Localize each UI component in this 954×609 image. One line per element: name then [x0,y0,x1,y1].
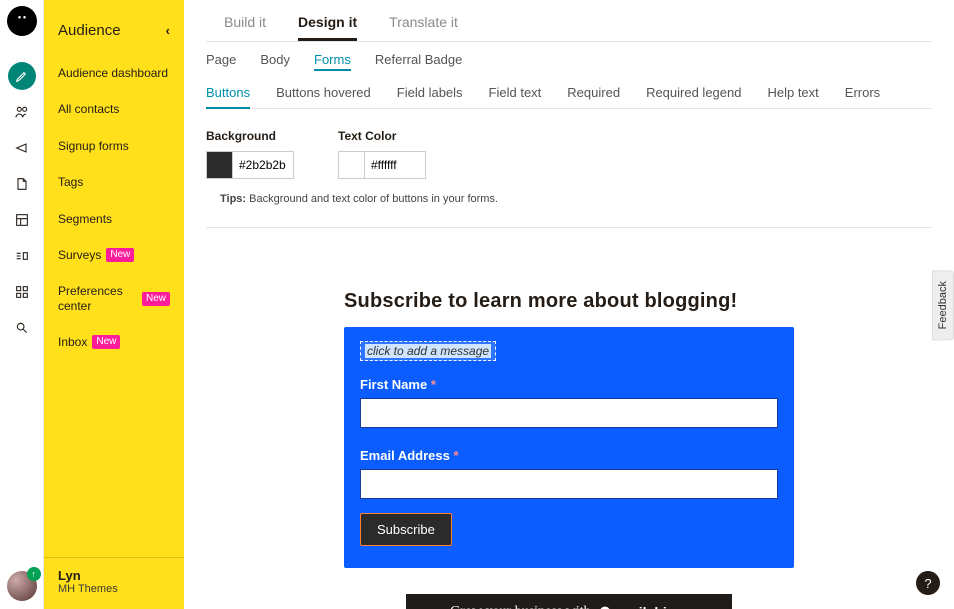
sidebar-item-inbox[interactable]: InboxNew [44,324,184,360]
styletab-field-text[interactable]: Field text [489,85,542,100]
subscribe-button[interactable]: Subscribe [360,513,452,546]
promo-brand: mailchimp [619,604,688,609]
help-bubble[interactable]: ? [916,571,940,595]
tab-design-it[interactable]: Design it [298,8,357,41]
rail-integrations-icon[interactable] [8,278,36,306]
top-tabs: Build it Design it Translate it [206,0,932,42]
form-card: click to add a message First Name * Emai… [344,327,794,568]
required-mark: * [453,448,458,463]
subtab-referral[interactable]: Referral Badge [375,52,462,71]
style-tabs: Buttons Buttons hovered Field labels Fie… [206,81,932,109]
rail-layout-icon[interactable] [8,206,36,234]
sidebar-item-segments[interactable]: Segments [44,201,184,237]
tab-build-it[interactable]: Build it [224,8,266,41]
label-textcolor: Text Color [338,129,426,143]
main: Build it Design it Translate it Page Bod… [184,0,954,609]
subtab-body[interactable]: Body [260,52,290,71]
sidebar-title-label: Audience [58,22,121,39]
mailchimp-logo[interactable] [7,6,37,36]
sidebar-item-preferences[interactable]: Preferences centerNew [44,273,184,324]
monkey-icon [7,6,37,36]
input-email[interactable] [360,469,778,499]
divider [206,227,932,228]
monkey-icon [597,604,613,609]
new-badge: New [92,335,120,349]
form-preview: Subscribe to learn more about blogging! … [344,290,794,609]
styletab-required-legend[interactable]: Required legend [646,85,741,100]
swatch-textcolor[interactable] [339,152,365,178]
required-mark: * [431,377,436,392]
control-background: Background [206,129,294,179]
label-first-name: First Name * [360,377,778,392]
tab-translate-it[interactable]: Translate it [389,8,458,41]
sidebar-title[interactable]: Audience ‹ [44,8,184,55]
tips-text: Background and text color of buttons in … [249,193,498,205]
label-email: Email Address * [360,448,778,463]
subtab-forms[interactable]: Forms [314,52,351,71]
styletab-buttons-hovered[interactable]: Buttons hovered [276,85,371,100]
input-textcolor[interactable] [365,152,425,178]
promo-text: Grow your business with [450,604,590,609]
tips-label: Tips: [220,193,246,205]
chevron-left-icon: ‹ [166,23,170,38]
label-background: Background [206,129,294,143]
styletab-field-labels[interactable]: Field labels [397,85,463,100]
color-controls: Background Text Color [206,109,932,187]
user-sub: MH Themes [58,583,170,595]
colorbox-background[interactable] [206,151,294,179]
sidebar-user[interactable]: Lyn MH Themes [44,557,184,609]
form-title[interactable]: Subscribe to learn more about blogging! [344,290,794,313]
colorbox-textcolor[interactable] [338,151,426,179]
feedback-tab[interactable]: Feedback [932,270,954,340]
new-badge: New [106,248,134,262]
new-badge: New [142,292,170,306]
styletab-errors[interactable]: Errors [845,85,880,100]
sub-tabs: Page Body Forms Referral Badge [206,42,932,81]
sidebar-item-signup-forms[interactable]: Signup forms [44,128,184,164]
input-first-name[interactable] [360,398,778,428]
rail-content-icon[interactable] [8,242,36,270]
subtab-page[interactable]: Page [206,52,236,71]
rail-search-icon[interactable] [8,314,36,342]
rail-audience-icon[interactable] [8,98,36,126]
message-placeholder[interactable]: click to add a message [360,341,496,361]
styletab-required[interactable]: Required [567,85,620,100]
sidebar-item-tags[interactable]: Tags [44,164,184,200]
user-name: Lyn [58,568,170,583]
rail-pencil-icon[interactable] [8,62,36,90]
avatar[interactable] [7,571,37,601]
rail-campaign-icon[interactable] [8,134,36,162]
input-background[interactable] [233,152,293,178]
sidebar-item-surveys[interactable]: SurveysNew [44,237,184,273]
control-textcolor: Text Color [338,129,426,179]
icon-rail [0,0,44,609]
tips-line: Tips: Background and text color of butto… [206,187,932,227]
sidebar-item-dashboard[interactable]: Audience dashboard [44,55,184,91]
sidebar: Audience ‹ Audience dashboard All contac… [44,0,184,609]
rail-automation-icon[interactable] [8,170,36,198]
swatch-background[interactable] [207,152,233,178]
promo-banner[interactable]: Grow your business with mailchimp [406,594,732,609]
sidebar-item-all-contacts[interactable]: All contacts [44,91,184,127]
styletab-help-text[interactable]: Help text [767,85,818,100]
styletab-buttons[interactable]: Buttons [206,85,250,109]
